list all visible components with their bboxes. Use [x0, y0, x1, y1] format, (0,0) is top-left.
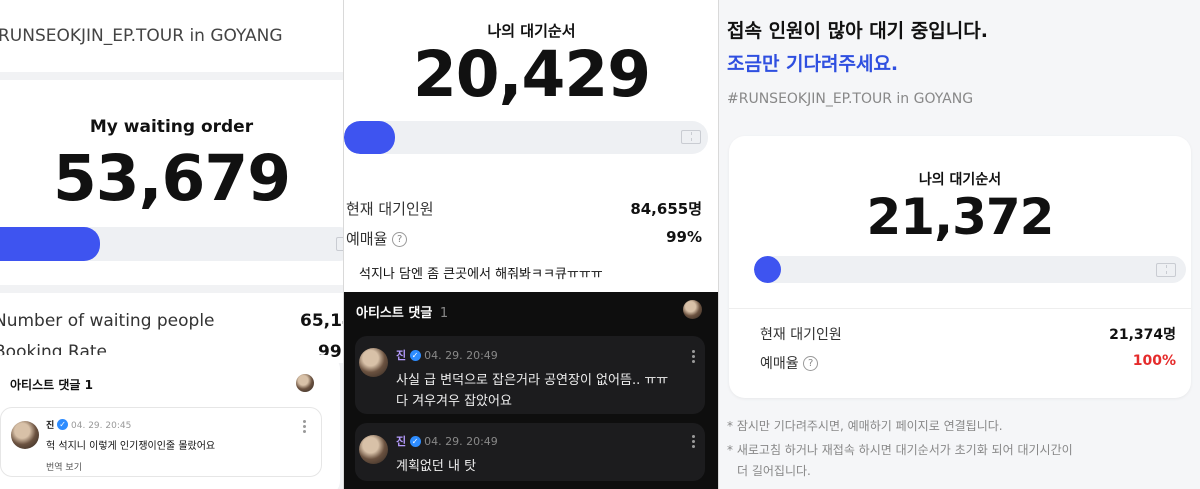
screenshot-panel-english: RUNSEOKJIN_EP.TOUR in GOYANG My waiting … [0, 0, 343, 489]
queue-progress-fill [754, 256, 781, 283]
waiting-people-value: 65,14 [300, 311, 343, 331]
more-icon[interactable] [692, 350, 696, 365]
waiting-order-card: 나의 대기순서 21,372 현재 대기인원 21,374명 예매율 ? 100… [729, 136, 1191, 398]
booking-rate-label: 예매율 [346, 230, 388, 248]
ticket-icon [1156, 263, 1176, 277]
waiting-order-label: 나의 대기순서 [918, 172, 1002, 188]
queue-progress-bar [0, 227, 343, 261]
comment-meta: 진 ✓ 04. 29. 20:49 [396, 347, 498, 363]
comment-time: 04. 29. 20:49 [424, 349, 498, 362]
commenter-avatar[interactable] [359, 435, 388, 464]
event-tag: #RUNSEOKJIN_EP.TOUR in GOYANG [727, 91, 974, 107]
queue-progress-bar [754, 256, 1186, 283]
notice-2: * 새로고침 하거나 재접속 하시면 대기순서가 초기화 되어 대기시간이 [727, 443, 1073, 457]
verified-icon: ✓ [57, 419, 69, 430]
help-icon[interactable]: ? [392, 232, 408, 247]
comment-meta: 진 ✓ 04. 29. 20:45 [46, 418, 131, 431]
booking-rate-label: 예매율 [760, 356, 799, 372]
notice-1: * 잠시만 기다려주시면, 예매하기 페이지로 연결됩니다. [727, 419, 1003, 433]
comment-text-line1: 사실 급 변덕으로 잡은거라 공연장이 없어뜸.. ㅠㅠ [396, 373, 669, 388]
verified-icon: ✓ [409, 350, 421, 361]
commenter-avatar[interactable] [11, 421, 39, 449]
comment-time: 04. 29. 20:45 [71, 421, 132, 431]
artist-comment: 진 ✓ 04. 29. 20:45 헉 석지니 이렇게 인기쟁이인줄 몰랐어요 … [0, 407, 322, 477]
current-waiting-label: 현재 대기인원 [760, 327, 842, 343]
queue-headline: 접속 인원이 많아 대기 중입니다. [727, 20, 988, 42]
ticket-icon [681, 130, 701, 144]
queue-subheadline: 조금만 기다려주세요. [727, 53, 899, 75]
current-waiting-value: 84,655명 [630, 200, 702, 218]
waiting-order-number: 21,372 [866, 188, 1055, 246]
comment-author: 진 [396, 349, 407, 362]
screenshot-panel-korean-1: 나의 대기순서 20,429 현재 대기인원 84,655명 예매율 ? 99%… [343, 0, 718, 489]
comments-count: 1 [439, 306, 449, 321]
comment-text: 헉 석지니 이렇게 인기쟁이인줄 몰랐어요 [46, 441, 216, 452]
waiting-order-number: 53,679 [52, 142, 291, 215]
comment-text-line2: 다 겨우겨우 잡았어요 [396, 394, 512, 409]
fan-comment-text: 석지나 담엔 좀 큰곳에서 해줘봐ㅋㅋ큐ㅠㅠㅠ [359, 267, 603, 282]
artist-avatar[interactable] [296, 374, 314, 392]
artist-comment: 진 ✓ 04. 29. 20:49 사실 급 변덕으로 잡은거라 공연장이 없어… [355, 336, 705, 414]
artist-comments-panel: 아티스트 댓글 1 진 ✓ 04. 29. 20:49 사실 급 변덕으로 잡은… [344, 292, 718, 489]
commenter-avatar[interactable] [359, 348, 388, 377]
waiting-people-label: Number of waiting people [0, 311, 215, 331]
notice-1-text: 잠시만 기다려주시면, 예매하기 페이지로 연결됩니다. [736, 419, 1003, 433]
header-bar: RUNSEOKJIN_EP.TOUR in GOYANG [0, 0, 343, 72]
comments-title: 아티스트 댓글 1 [10, 378, 93, 392]
comment-author: 진 [46, 421, 55, 431]
card-divider [729, 308, 1191, 309]
comment-time: 04. 29. 20:49 [424, 435, 498, 448]
queue-progress-fill [0, 227, 100, 261]
verified-icon: ✓ [409, 436, 421, 447]
waiting-order-number: 20,429 [412, 38, 651, 111]
comment-meta: 진 ✓ 04. 29. 20:49 [396, 433, 498, 449]
booking-rate-value: 99% [666, 228, 702, 246]
help-icon[interactable]: ? [803, 356, 819, 371]
screenshot-panel-korean-2: 접속 인원이 많아 대기 중입니다. 조금만 기다려주세요. #RUNSEOKJ… [718, 0, 1200, 489]
booking-rate-row: 예매율 ? [760, 353, 819, 373]
queue-progress-fill [344, 121, 395, 154]
notice-2-continued: 더 길어집니다. [737, 464, 811, 478]
comment-author: 진 [396, 435, 407, 448]
translate-link[interactable]: 번역 보기 [46, 460, 82, 473]
event-title: RUNSEOKJIN_EP.TOUR in GOYANG [0, 26, 283, 46]
comment-text-line1: 계획없던 내 탓 [396, 459, 477, 474]
queue-progress-bar [344, 121, 708, 154]
current-waiting-value: 21,374명 [1109, 327, 1176, 343]
waiting-order-card: My waiting order 53,679 [0, 80, 343, 285]
waiting-order-label: My waiting order [89, 117, 254, 137]
waiting-stats: Number of waiting people 65,14 Booking R… [0, 293, 343, 363]
artist-comment: 진 ✓ 04. 29. 20:49 계획없던 내 탓 [355, 423, 705, 481]
comments-header: 아티스트 댓글 1 [356, 302, 448, 321]
artist-avatar[interactable] [683, 300, 702, 319]
current-waiting-label: 현재 대기인원 [346, 200, 434, 218]
booking-rate-value: 100% [1132, 353, 1176, 369]
more-icon[interactable] [692, 435, 696, 450]
booking-rate-row: 예매율 ? [346, 228, 408, 249]
more-icon[interactable] [303, 420, 307, 435]
comments-title: 아티스트 댓글 [356, 306, 433, 321]
notice-2-text: 새로고침 하거나 재접속 하시면 대기순서가 초기화 되어 대기시간이 [736, 443, 1073, 457]
ticket-icon [336, 237, 343, 251]
